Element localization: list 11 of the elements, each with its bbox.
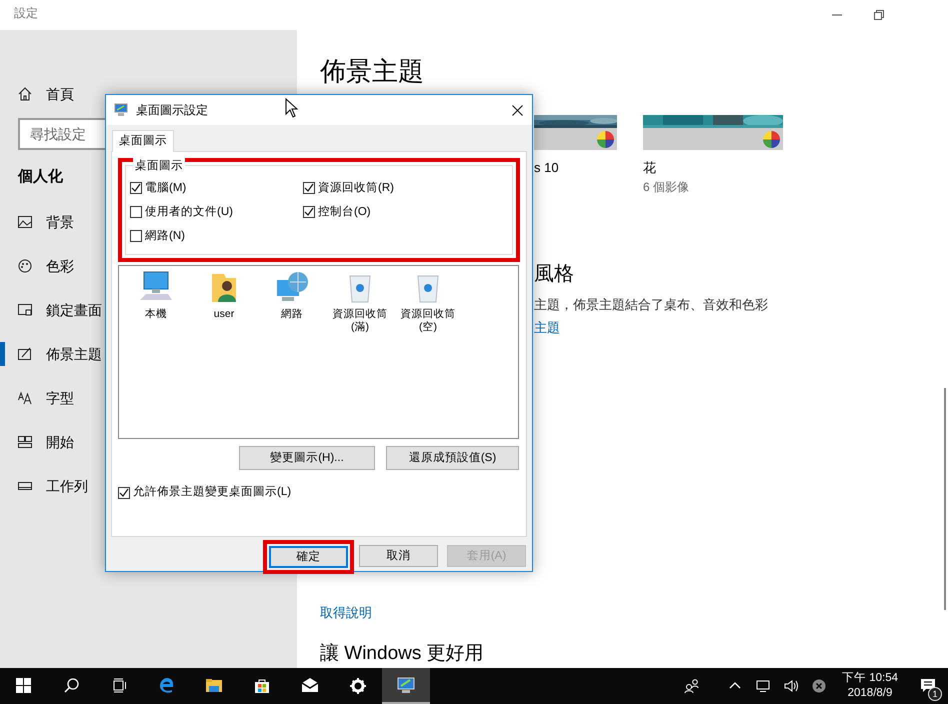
theme-name: s 10 [534,159,560,177]
section-heading: 個人化 [18,168,63,186]
section-heading: 風格 [534,262,575,286]
section-heading: 讓 Windows 更好用 [320,644,485,664]
page-heading: 佈景主題 [320,55,424,88]
notification-count: 1 [928,687,942,701]
window-title: 設定 [13,5,38,22]
description-text: 主題，佈景主題結合了桌布、音效和色彩 [534,296,769,314]
theme-name: 花 [643,159,657,177]
dialog-title: 桌面圖示設定 [136,102,208,119]
image-count: 6 個影像 [643,178,690,196]
